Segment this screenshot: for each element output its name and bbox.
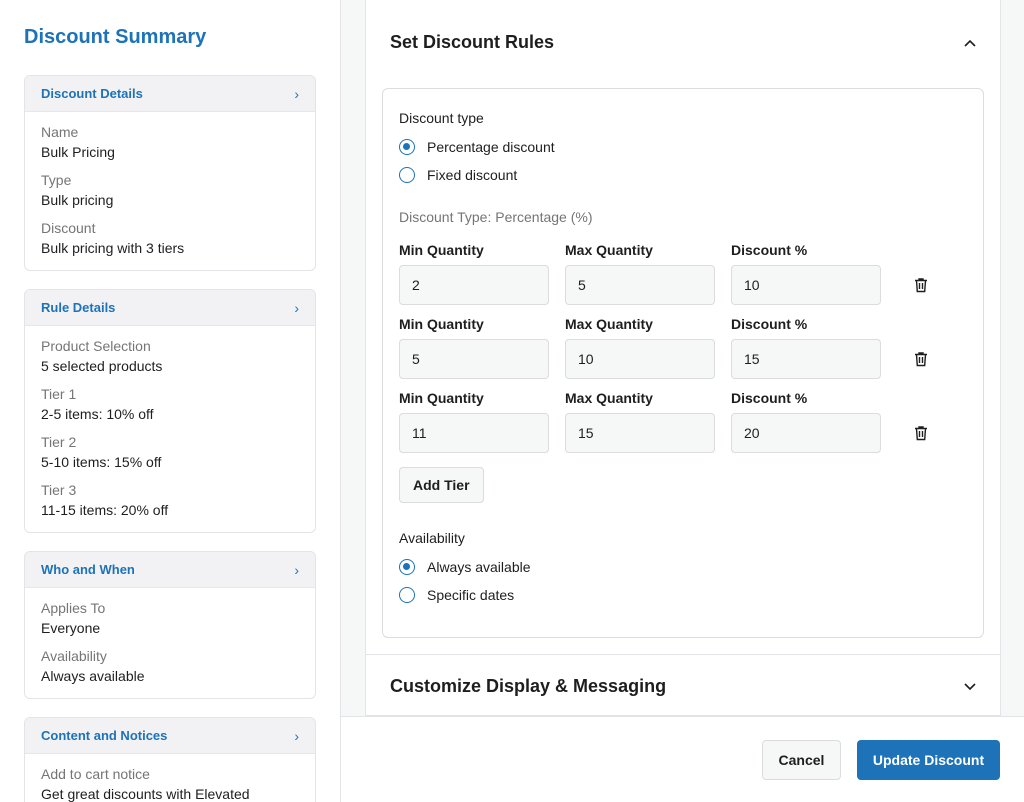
set-discount-rules-panel: Set Discount Rules Discount type Percent… — [365, 0, 1001, 655]
chevron-down-icon[interactable] — [964, 678, 976, 694]
summary-value: Get great discounts with Elevated — [41, 786, 250, 802]
max-quantity-label: Max Quantity — [565, 242, 653, 258]
update-discount-button[interactable]: Update Discount — [857, 740, 1000, 780]
discount-percent-label: Discount % — [731, 390, 808, 406]
radio-label: Percentage discount — [427, 139, 555, 155]
radio-specific-dates[interactable]: Specific dates — [399, 581, 967, 609]
min-quantity-input[interactable] — [399, 265, 549, 305]
tier-row: Min Quantity Max Quantity Discount % — [399, 241, 967, 305]
min-quantity-label: Min Quantity — [399, 242, 484, 258]
summary-value: 5-10 items: 15% off — [41, 454, 162, 470]
chevron-right-icon: › — [294, 299, 299, 316]
summary-value: Bulk Pricing — [41, 144, 115, 160]
discount-percent-input[interactable] — [731, 413, 881, 453]
summary-card-title: Content and Notices — [41, 728, 168, 743]
availability-label: Availability — [399, 530, 465, 546]
trash-icon[interactable] — [909, 421, 933, 445]
trash-icon[interactable] — [909, 347, 933, 371]
radio-label: Specific dates — [427, 587, 515, 603]
discount-percent-input[interactable] — [731, 265, 881, 305]
radio-percentage-discount[interactable]: Percentage discount — [399, 133, 967, 161]
min-quantity-label: Min Quantity — [399, 316, 484, 332]
tier-row: Min Quantity Max Quantity Discount % — [399, 315, 967, 379]
radio-checked-icon[interactable] — [399, 559, 415, 575]
summary-value: Everyone — [41, 620, 101, 636]
summary-card-discount-details: Discount Details › Name Bulk Pricing Type… — [24, 75, 316, 271]
summary-label: Applies To — [41, 600, 106, 616]
discount-percent-label: Discount % — [731, 316, 808, 332]
radio-label: Always available — [427, 559, 531, 575]
summary-card-header[interactable]: Discount Details › — [25, 76, 315, 112]
cancel-button[interactable]: Cancel — [762, 740, 841, 780]
summary-label: Name — [41, 124, 79, 140]
summary-label: Add to cart notice — [41, 766, 150, 782]
discount-summary-sidebar: Discount Summary Discount Details › Name… — [0, 0, 341, 802]
customize-display-panel: Customize Display & Messaging — [365, 654, 1001, 716]
radio-unchecked-icon[interactable] — [399, 587, 415, 603]
summary-card-title: Who and When — [41, 562, 135, 577]
main-content: Set Discount Rules Discount type Percent… — [341, 0, 1024, 802]
summary-label: Type — [41, 172, 72, 188]
chevron-right-icon: › — [294, 727, 299, 744]
radio-fixed-discount[interactable]: Fixed discount — [399, 161, 967, 189]
radio-always-available[interactable]: Always available — [399, 553, 967, 581]
summary-label: Tier 2 — [41, 434, 77, 450]
max-quantity-input[interactable] — [565, 413, 715, 453]
radio-unchecked-icon[interactable] — [399, 167, 415, 183]
panel-header[interactable]: Set Discount Rules — [366, 0, 1000, 84]
tier-row: Min Quantity Max Quantity Discount % — [399, 389, 967, 453]
add-tier-button[interactable]: Add Tier — [399, 467, 484, 503]
summary-label: Tier 1 — [41, 386, 77, 402]
summary-value: 5 selected products — [41, 358, 163, 374]
action-footer: Cancel Update Discount — [341, 716, 1024, 802]
panel-title: Customize Display & Messaging — [390, 675, 667, 696]
discount-percent-input[interactable] — [731, 339, 881, 379]
panel-header[interactable]: Customize Display & Messaging — [366, 655, 1000, 717]
summary-card-who-and-when: Who and When › Applies To Everyone Availa… — [24, 551, 316, 699]
summary-value: 2-5 items: 10% off — [41, 406, 154, 422]
summary-value: 11-15 items: 20% off — [41, 502, 169, 518]
radio-label: Fixed discount — [427, 167, 518, 183]
chevron-right-icon: › — [294, 561, 299, 578]
summary-card-content-and-notices: Content and Notices › Add to cart notice… — [24, 717, 316, 802]
discount-type-note: Discount Type: Percentage (%) — [399, 209, 593, 225]
summary-label: Availability — [41, 648, 107, 664]
chevron-right-icon: › — [294, 85, 299, 102]
summary-card-header[interactable]: Who and When › — [25, 552, 315, 588]
max-quantity-input[interactable] — [565, 339, 715, 379]
sidebar-title: Discount Summary — [24, 26, 207, 48]
summary-label: Tier 3 — [41, 482, 77, 498]
max-quantity-label: Max Quantity — [565, 390, 653, 406]
summary-card-header[interactable]: Content and Notices › — [25, 718, 315, 754]
radio-checked-icon[interactable] — [399, 139, 415, 155]
summary-card-header[interactable]: Rule Details › — [25, 290, 315, 326]
summary-value: Always available — [41, 668, 145, 684]
summary-card-title: Rule Details — [41, 300, 116, 315]
summary-card-rule-details: Rule Details › Product Selection 5 select… — [24, 289, 316, 533]
max-quantity-input[interactable] — [565, 265, 715, 305]
min-quantity-input[interactable] — [399, 413, 549, 453]
max-quantity-label: Max Quantity — [565, 316, 653, 332]
panel-title: Set Discount Rules — [390, 31, 555, 52]
summary-card-title: Discount Details — [41, 86, 143, 101]
chevron-up-icon[interactable] — [964, 34, 976, 50]
discount-type-label: Discount type — [399, 110, 484, 126]
summary-value: Bulk pricing with 3 tiers — [41, 240, 185, 256]
trash-icon[interactable] — [909, 273, 933, 297]
discount-rules-box: Discount type Percentage discount Fixed … — [382, 88, 984, 638]
summary-label: Discount — [41, 220, 96, 236]
min-quantity-input[interactable] — [399, 339, 549, 379]
summary-label: Product Selection — [41, 338, 151, 354]
summary-value: Bulk pricing — [41, 192, 114, 208]
discount-percent-label: Discount % — [731, 242, 808, 258]
min-quantity-label: Min Quantity — [399, 390, 484, 406]
